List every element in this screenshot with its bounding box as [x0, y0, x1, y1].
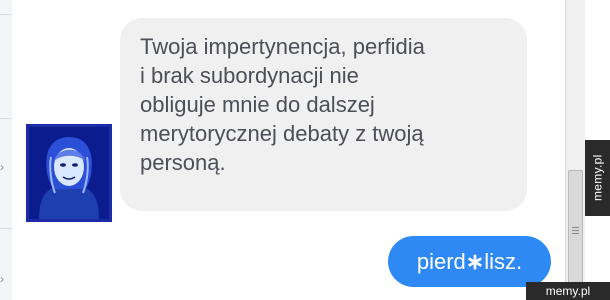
outgoing-message-bubble[interactable]: pierd∗lisz. — [388, 236, 551, 287]
message-line: personą. — [140, 150, 226, 175]
incoming-message-bubble[interactable]: Twoja impertynencja, perfidia i brak sub… — [120, 18, 527, 211]
message-line: i brak subordynacji nie — [140, 63, 359, 88]
watermark-side: memy.pl — [585, 140, 610, 216]
chat-scrollbar[interactable] — [565, 0, 585, 300]
panel-divider — [0, 118, 12, 119]
watermark-bottom: memy.pl — [526, 282, 610, 300]
scroll-grip-icon — [572, 227, 579, 228]
message-line: merytorycznej debaty z twoją — [140, 121, 424, 146]
message-text-start: pierd — [416, 249, 466, 274]
chat-conversation: Twoja impertynencja, perfidia i brak sub… — [12, 0, 565, 300]
censor-asterisk: ∗ — [465, 249, 485, 274]
message-line: Twoja impertynencja, perfidia — [140, 34, 425, 59]
avatar-portrait-icon — [29, 127, 109, 219]
chevron-icon: › — [0, 160, 4, 174]
avatar[interactable] — [26, 124, 112, 222]
scroll-grip-icon — [572, 230, 579, 231]
scrollbar-thumb[interactable] — [568, 170, 583, 288]
scroll-grip-icon — [572, 233, 579, 234]
panel-divider — [0, 228, 12, 229]
chevron-icon: › — [0, 272, 4, 286]
message-text-end: lisz. — [484, 249, 523, 274]
panel-divider — [0, 14, 12, 15]
message-line: obliguje mnie do dalszej — [140, 92, 375, 117]
